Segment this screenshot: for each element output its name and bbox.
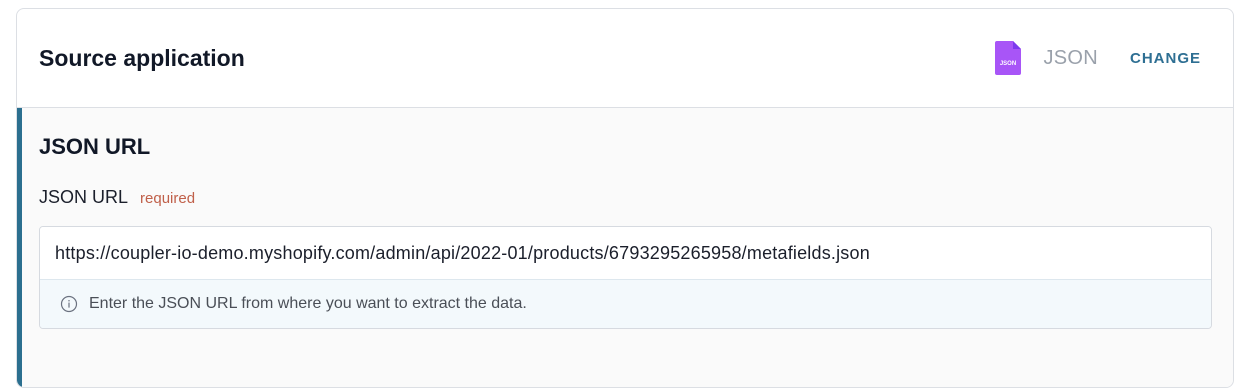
active-section-indicator (17, 108, 22, 387)
json-file-icon: JSON (995, 41, 1022, 75)
json-url-field: Enter the JSON URL from where you want t… (39, 226, 1212, 329)
json-url-label: JSON URL (39, 187, 129, 207)
source-application-card: Source application JSON JSON CHANGE JSON… (16, 8, 1234, 388)
change-button[interactable]: CHANGE (1130, 50, 1201, 67)
card-header: Source application JSON JSON CHANGE (17, 9, 1233, 108)
app-name: JSON (1043, 46, 1098, 69)
field-hint: Enter the JSON URL from where you want t… (40, 279, 1211, 328)
section-title: JSON URL (39, 134, 151, 159)
info-icon (60, 295, 78, 313)
card-title: Source application (39, 44, 245, 71)
field-label-row: JSON URL required (39, 187, 1212, 208)
json-url-section: JSON URL JSON URL required Enter the JSO… (17, 108, 1233, 387)
selected-app: JSON JSON CHANGE (995, 41, 1201, 75)
hint-text: Enter the JSON URL from where you want t… (89, 295, 527, 312)
json-file-icon-label: JSON (1000, 61, 1016, 67)
required-tag: required (140, 190, 196, 207)
json-url-input[interactable] (40, 227, 1211, 279)
